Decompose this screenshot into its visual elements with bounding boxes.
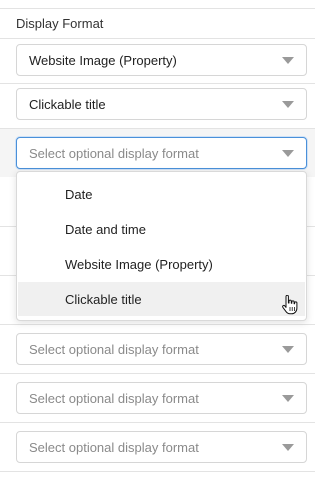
chevron-down-icon <box>282 444 294 451</box>
chevron-down-icon <box>282 150 294 157</box>
display-format-select-5[interactable]: Select optional display format <box>16 382 307 414</box>
chevron-down-icon <box>282 346 294 353</box>
chevron-down-icon <box>282 57 294 64</box>
dropdown-option-website-image[interactable]: Website Image (Property) <box>18 247 305 281</box>
divider <box>0 8 315 9</box>
display-format-select-3[interactable]: Select optional display format <box>16 137 307 169</box>
option-label: Clickable title <box>65 291 142 307</box>
dropdown-option-date-and-time[interactable]: Date and time <box>18 212 305 246</box>
divider <box>0 471 315 472</box>
display-format-label: Display Format <box>16 16 104 31</box>
select-value: Clickable title <box>29 96 106 112</box>
divider <box>0 373 315 374</box>
hand-pointer-icon <box>282 295 298 315</box>
option-label: Date <box>65 186 93 202</box>
dropdown-option-date[interactable]: Date <box>18 177 305 211</box>
chevron-down-icon <box>282 395 294 402</box>
select-value: Website Image (Property) <box>29 52 177 68</box>
divider <box>0 422 315 423</box>
select-placeholder: Select optional display format <box>29 439 199 455</box>
select-placeholder: Select optional display format <box>29 341 199 357</box>
divider <box>0 324 315 325</box>
display-format-select-2[interactable]: Clickable title <box>16 88 307 120</box>
display-format-select-6[interactable]: Select optional display format <box>16 431 307 463</box>
divider <box>0 38 315 39</box>
display-format-dropdown: Date Date and time Website Image (Proper… <box>16 171 307 321</box>
option-label: Date and time <box>65 221 146 237</box>
display-format-select-1[interactable]: Website Image (Property) <box>16 44 307 76</box>
option-label: Website Image (Property) <box>65 256 213 272</box>
divider <box>0 83 315 84</box>
select-placeholder: Select optional display format <box>29 390 199 406</box>
dropdown-option-clickable-title[interactable]: Clickable title <box>18 282 305 316</box>
display-format-select-4[interactable]: Select optional display format <box>16 333 307 365</box>
select-placeholder: Select optional display format <box>29 145 199 161</box>
chevron-down-icon <box>282 101 294 108</box>
